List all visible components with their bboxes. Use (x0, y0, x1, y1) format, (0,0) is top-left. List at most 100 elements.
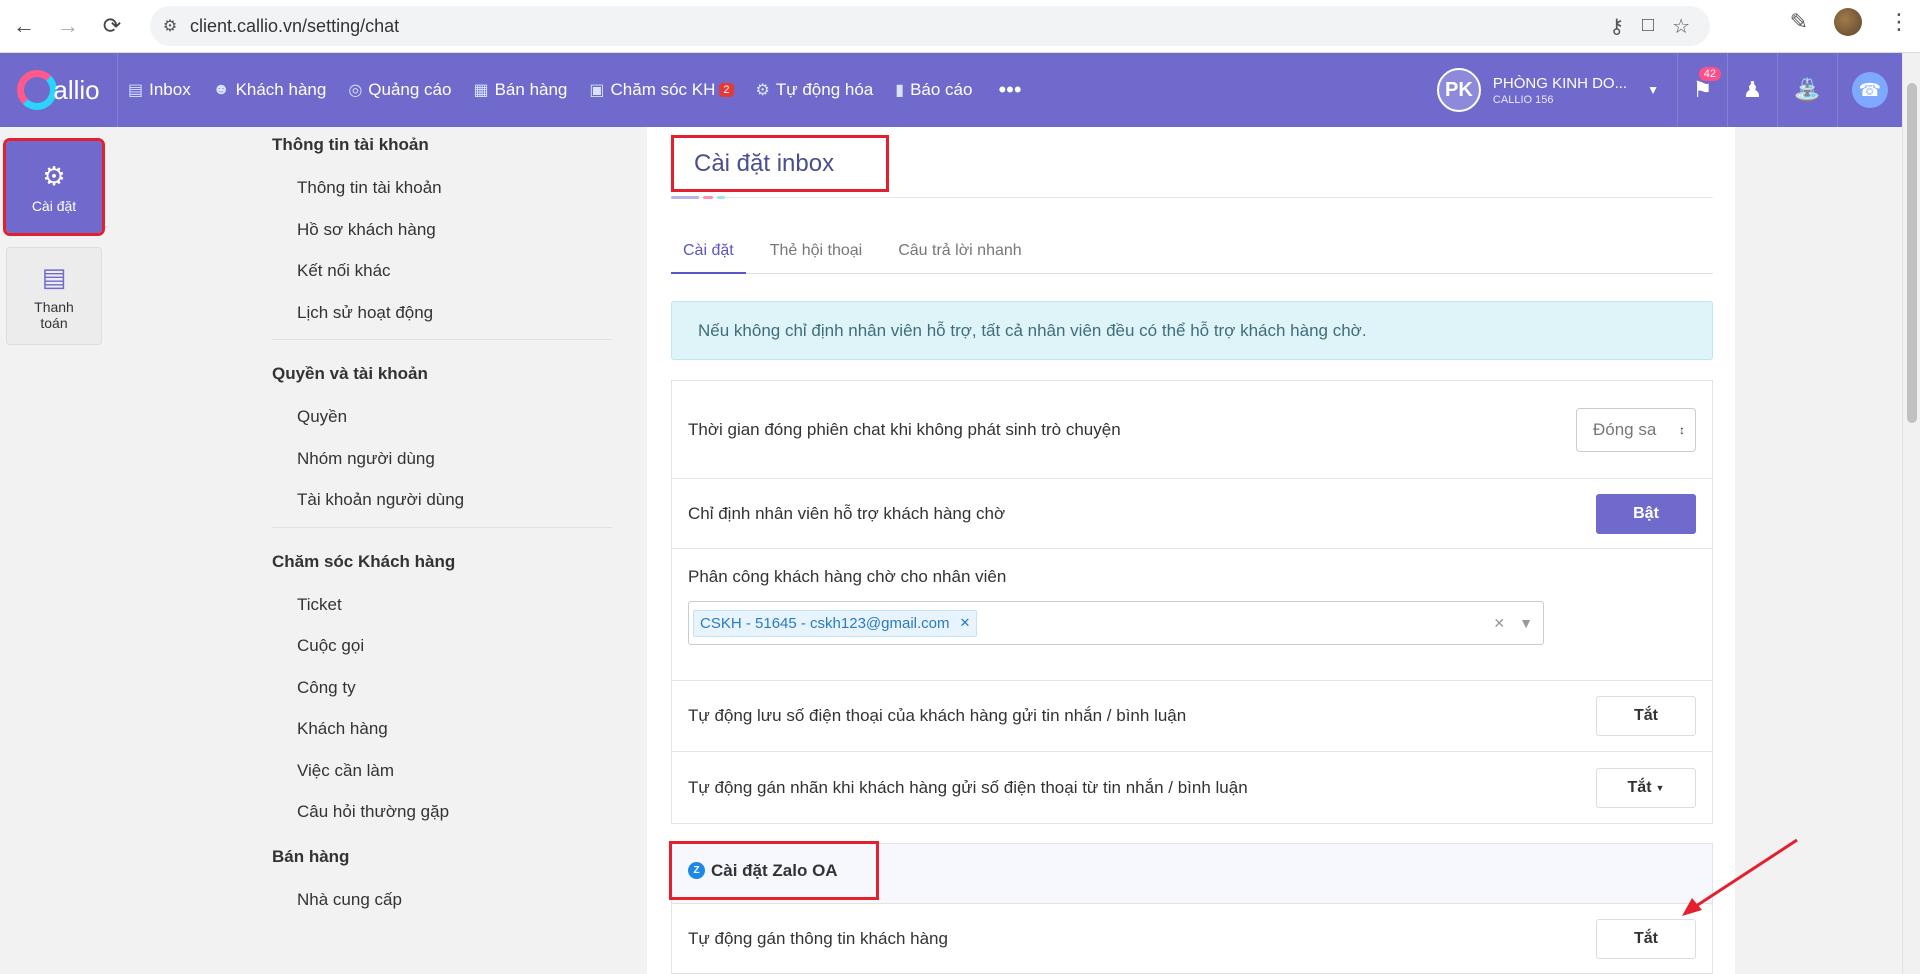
forward-icon[interactable]: → (48, 6, 88, 46)
menu-item-customers[interactable]: Khách hàng (297, 708, 612, 750)
save-phone-toggle[interactable]: Tắt (1596, 696, 1696, 736)
softphone-button[interactable]: ☎ (1838, 53, 1902, 127)
inbox-icon: ▤ (128, 82, 144, 99)
zalo-section-header: Z Cài đặt Zalo OA (669, 841, 1713, 903)
address-bar[interactable]: ⚙ client.callio.vn/setting/chat ⚷ □ ☆ (150, 6, 1710, 46)
nav-label: Bán hàng (494, 80, 568, 99)
zalo-auto-info-toggle[interactable]: Tắt (1596, 918, 1696, 959)
star-icon[interactable]: ☆ (1672, 14, 1690, 39)
nav-inbox[interactable]: ▤ Inbox (128, 80, 191, 100)
main-nav: ▤ Inbox ☻ Khách hàng ◎ Quảng cáo ▦ Bán hàng … (128, 77, 1022, 103)
title-accent (671, 196, 725, 199)
agent-button[interactable]: ♟ (1728, 53, 1778, 127)
logo-text: allio (53, 74, 100, 105)
user-name: PHÒNG KINH DO... (1492, 74, 1628, 92)
menu-item-faq[interactable]: Câu hỏi thường gặp (297, 791, 612, 833)
zalo-auto-info-label: Tự động gán thông tin khách hàng (688, 928, 948, 948)
avatar[interactable] (1834, 8, 1862, 36)
menu-item-account-info[interactable]: Thông tin tài khoản (297, 167, 612, 209)
browser-toolbar: ← → ⟳ ⚙ client.callio.vn/setting/chat ⚷ … (0, 0, 1920, 53)
settings-row: Tự động gán thông tin khách hàng Tắt (671, 903, 1713, 974)
care-badge: 2 (719, 83, 734, 97)
reload-icon[interactable]: ⟳ (92, 6, 132, 46)
page-title: Cài đặt inbox (671, 135, 889, 192)
person-icon: ☻ (212, 81, 230, 98)
settings-row: Phân công khách hàng chờ cho nhân viên C… (672, 549, 1712, 681)
nav-reports[interactable]: ▮ Báo cáo (895, 80, 972, 100)
notification-button[interactable]: ⚑ 42 (1678, 53, 1728, 127)
nav-customers[interactable]: ☻ Khách hàng (213, 80, 327, 100)
more-menu-button[interactable]: ••• (998, 77, 1021, 103)
agent-multiselect[interactable]: CSKH - 51645 - cskh123@gmail.com ✕ ✕ ▼ (688, 601, 1544, 645)
extensions-icon[interactable]: ✎ (1790, 9, 1808, 35)
nav-ads[interactable]: ◎ Quảng cáo (348, 80, 451, 100)
install-icon[interactable]: □ (1642, 14, 1654, 39)
tab-quick-replies[interactable]: Câu trả lời nhanh (886, 229, 1033, 274)
gear-icon: ⚙ (42, 160, 66, 191)
close-icon[interactable]: ✕ (960, 615, 971, 631)
rail-settings-label: Cài đặt (31, 197, 77, 214)
menu-item-user-groups[interactable]: Nhóm người dùng (297, 438, 612, 480)
cart-icon: ⛲ (1793, 77, 1822, 102)
cart-button[interactable]: ⛲ (1778, 53, 1838, 127)
url-text: client.callio.vn/setting/chat (190, 15, 400, 36)
caret-down-icon: ▼ (1655, 782, 1665, 793)
key-icon[interactable]: ⚷ (1609, 14, 1624, 39)
menu-item-customer-profile[interactable]: Hồ sơ khách hàng (297, 209, 612, 251)
agent-tag-label: CSKH - 51645 - cskh123@gmail.com (700, 614, 950, 632)
phone-icon: ☎ (1852, 72, 1888, 108)
user-menu[interactable]: PK PHÒNG KINH DO... CALLIO 156 ▼ (1436, 53, 1678, 127)
page-scrollbar[interactable] (1902, 53, 1920, 974)
auto-tag-dropdown[interactable]: Tắt ▼ (1596, 767, 1696, 808)
chevron-down-icon[interactable]: ▼ (1519, 615, 1533, 632)
menu-item-permissions[interactable]: Quyền (297, 396, 612, 438)
nav-label: Chăm sóc KH (610, 80, 716, 99)
robot-icon: ⚙ (755, 82, 770, 99)
callio-logo[interactable]: allio (0, 53, 118, 127)
left-rail: ⚙ Cài đặt ▤ Thanh toán (0, 127, 108, 974)
zalo-section-title: Z Cài đặt Zalo OA (669, 841, 879, 900)
tab-conversation-tags[interactable]: Thẻ hội thoại (758, 229, 875, 274)
tab-bar: Cài đặt Thẻ hội thoại Câu trả lời nhanh (671, 229, 1713, 274)
notification-badge: 42 (1698, 67, 1721, 81)
clear-icon[interactable]: ✕ (1493, 615, 1505, 632)
menu-item-activity-history[interactable]: Lịch sử hoạt động (297, 292, 612, 334)
menu-item-companies[interactable]: Công ty (297, 667, 612, 709)
nav-sales[interactable]: ▦ Bán hàng (473, 80, 567, 100)
rail-settings[interactable]: ⚙ Cài đặt (3, 138, 105, 236)
assign-agent-toggle[interactable]: Bật (1596, 493, 1696, 534)
app-header: allio ▤ Inbox ☻ Khách hàng ◎ Quảng cáo ▦ Bán… (0, 53, 1902, 127)
menu-item-other-connections[interactable]: Kết nối khác (297, 250, 612, 292)
nav-care[interactable]: ▣ Chăm sóc KH 2 (589, 80, 734, 100)
nav-automation[interactable]: ⚙ Tự động hóa (756, 80, 874, 100)
menu-item-user-accounts[interactable]: Tài khoản người dùng (297, 479, 612, 521)
menu-item-suppliers[interactable]: Nhà cung cấp (297, 879, 612, 921)
main-panel: Cài đặt inbox Cài đặt Thẻ hội thoại Câu … (647, 127, 1735, 974)
scroll-thumb[interactable] (1907, 83, 1917, 423)
nav-label: Inbox (149, 80, 191, 99)
user-subtitle: CALLIO 156 (1492, 93, 1554, 106)
menu-item-ticket[interactable]: Ticket (297, 584, 612, 626)
target-icon: ◎ (348, 82, 363, 99)
back-icon[interactable]: ← (4, 6, 44, 46)
menu-item-calls[interactable]: Cuộc gọi (297, 625, 612, 667)
rail-billing[interactable]: ▤ Thanh toán (6, 247, 102, 345)
store-icon: ▦ (473, 82, 489, 99)
nav-label: Khách hàng (235, 80, 327, 99)
tab-settings[interactable]: Cài đặt (671, 229, 746, 274)
menu-dots-icon[interactable]: ⋮ (1888, 9, 1910, 35)
receipt-icon: ▤ (41, 261, 67, 292)
auto-tag-label: Tự động gán nhãn khi khách hàng gửi số đ… (688, 777, 1248, 797)
settings-menu: Thông tin tài khoản Thông tin tài khoản … (272, 127, 612, 920)
settings-row: Tự động gán nhãn khi khách hàng gửi số đ… (672, 752, 1712, 823)
chevron-down-icon: ▼ (1647, 83, 1659, 97)
divider (272, 526, 612, 528)
menu-group-title: Chăm sóc Khách hàng (272, 551, 456, 571)
menu-item-tasks[interactable]: Việc cần làm (297, 750, 612, 792)
close-session-select[interactable]: Đóng sa ↕ (1576, 407, 1696, 452)
auto-tag-value: Tắt (1627, 778, 1652, 796)
chart-icon: ▮ (895, 82, 905, 99)
menu-group-title: Thông tin tài khoản (272, 135, 429, 154)
site-settings-icon[interactable]: ⚙ (150, 16, 190, 36)
logo-mark-icon (17, 70, 58, 110)
